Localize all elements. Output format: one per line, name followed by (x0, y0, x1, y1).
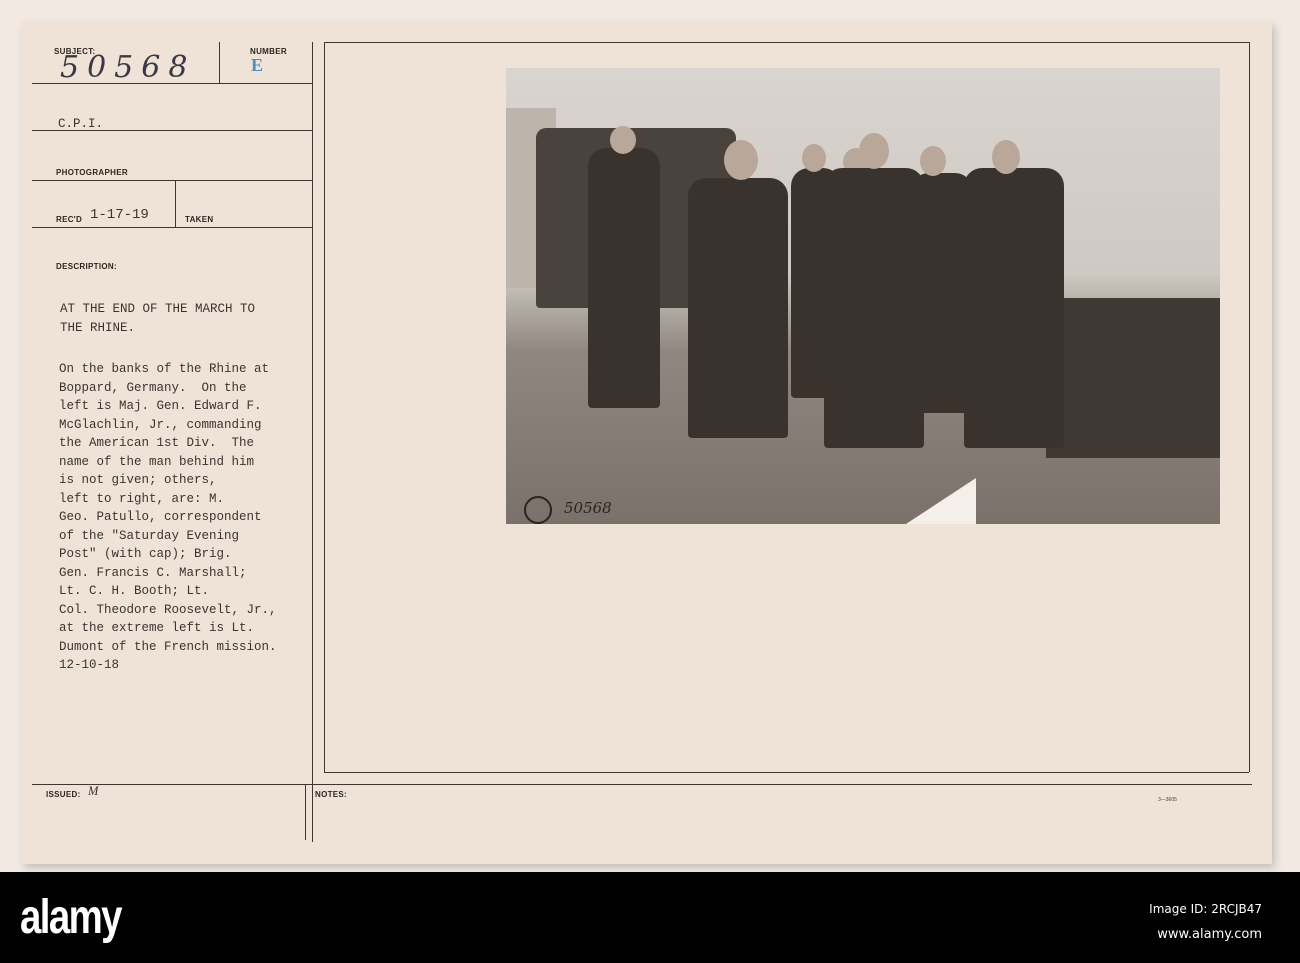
photo-frame-right (1249, 42, 1250, 772)
subject-value: 50568 (60, 50, 196, 85)
description-line: McGlachlin, Jr., commanding (59, 417, 262, 432)
taken-label: TAKEN (185, 215, 214, 224)
bottom-rule (32, 784, 1252, 785)
description-line: Col. Theodore Roosevelt, Jr., (59, 602, 277, 617)
issued-label: ISSUED: (46, 790, 81, 799)
photo-frame-left (324, 42, 325, 772)
recd-label: REC'D (56, 215, 83, 224)
footer-bar: alamy Image ID: 2RCJB47 www.alamy.com (0, 872, 1300, 963)
photo-frame-bottom (324, 772, 1249, 773)
recd-value: 1-17-19 (90, 207, 149, 223)
description-line: Geo. Patullo, correspondent (59, 510, 262, 524)
description-line: left to right, are: M. (59, 491, 225, 506)
issued-value: M (88, 784, 99, 798)
torn-corner (906, 478, 976, 524)
description-line: Post" (with cap); Brig. (59, 547, 232, 561)
cpi-text: C.P.I. (58, 117, 104, 131)
description-line: Boppard, Germany. On the (59, 380, 247, 395)
description-line: left is Maj. Gen. Edward F. (59, 399, 262, 413)
barge (1046, 298, 1220, 458)
person (588, 148, 660, 408)
person (688, 178, 788, 438)
description-line: Dumont of the French mission. (59, 639, 277, 654)
title-line: THE RHINE. (60, 320, 136, 335)
rule (175, 180, 176, 227)
description-line: at the extreme left is Lt. (59, 621, 255, 635)
site-url[interactable]: www.alamy.com (1157, 927, 1262, 942)
photo-number: 50568 (564, 499, 612, 517)
person-head (724, 140, 758, 180)
rule (219, 42, 220, 83)
person (824, 168, 924, 448)
description-line: Gen. Francis C. Marshall; (59, 565, 247, 580)
person-head (610, 126, 636, 154)
notes-divider (305, 784, 306, 840)
person-head (802, 144, 826, 172)
form-number: 3—3605 (1158, 797, 1177, 803)
left-column-divider (312, 42, 313, 842)
image-id: Image ID: 2RCJB47 (1149, 902, 1262, 916)
photo-frame-top (324, 42, 1249, 43)
rule (32, 180, 312, 181)
description-label: DESCRIPTION: (56, 262, 117, 271)
person-head (920, 146, 946, 176)
person-head (992, 140, 1020, 174)
description-line: of the "Saturday Evening (59, 528, 240, 543)
signal-corps-seal-icon (524, 496, 552, 524)
description-line: Lt. C. H. Booth; Lt. (59, 584, 210, 598)
photographer-label: PHOTOGRAPHER (56, 168, 128, 177)
description-title: AT THE END OF THE MARCH TO THE RHINE. (60, 300, 255, 337)
alamy-logo: alamy (20, 891, 122, 944)
description-body: On the banks of the Rhine at Boppard, Ger… (59, 360, 277, 675)
rule (32, 227, 312, 228)
description-line: is not given; others, (59, 473, 217, 487)
person-head (859, 133, 889, 169)
description-line: the American 1st Div. The (59, 436, 255, 450)
notes-label: NOTES: (315, 790, 348, 799)
photograph: 50568 (506, 68, 1220, 524)
person (964, 168, 1064, 448)
number-stamp: E (251, 55, 264, 75)
description-line: 12-10-18 (59, 658, 120, 672)
description-line: name of the man behind him (59, 454, 255, 469)
title-line: AT THE END OF THE MARCH TO (60, 302, 256, 316)
description-line: On the banks of the Rhine at (59, 362, 270, 376)
